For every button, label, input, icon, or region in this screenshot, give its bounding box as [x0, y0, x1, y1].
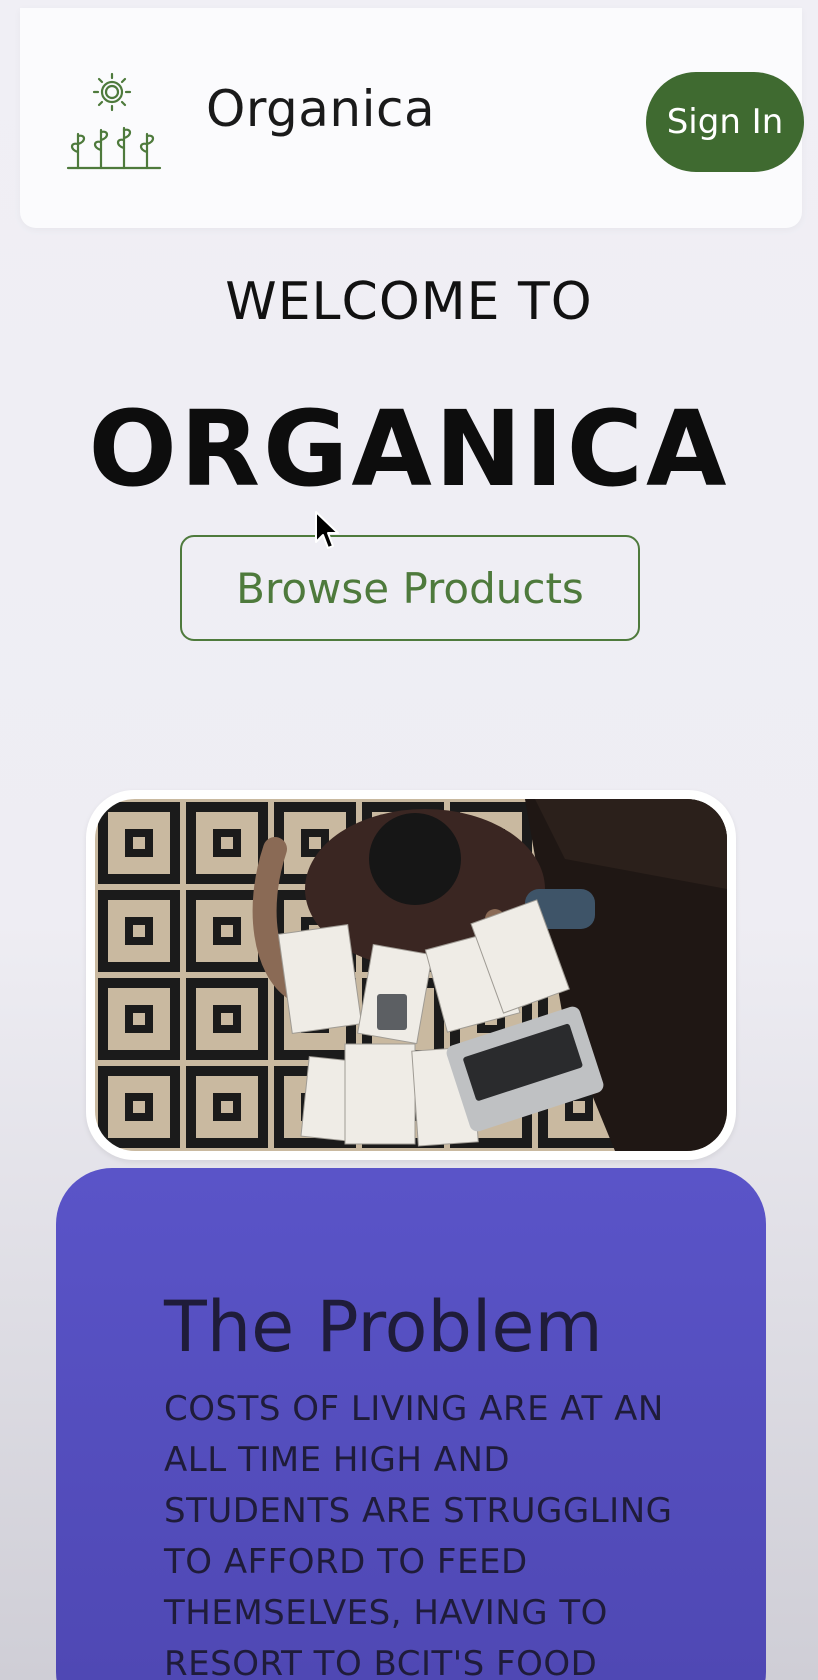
problem-card: The Problem Costs of living are at an al…: [56, 1168, 766, 1680]
top-header: Organica Sign In: [20, 8, 804, 228]
mouse-pointer-icon: [314, 510, 344, 552]
problem-title: The Problem: [164, 1286, 603, 1368]
brand-name: Organica: [206, 80, 436, 138]
student-with-bills-photo: [95, 799, 727, 1151]
page: Organica Sign In WELCOME TO ORGANICA Bro…: [0, 0, 818, 1680]
browse-products-button[interactable]: Browse Products: [180, 535, 640, 641]
hero-title: ORGANICA: [88, 388, 730, 510]
sun-and-sprouts-icon[interactable]: [64, 68, 164, 174]
sign-in-button[interactable]: Sign In: [646, 72, 804, 172]
problem-text: Costs of living are at an all time high …: [164, 1389, 673, 1680]
hero-image-frame: [86, 790, 736, 1160]
welcome-heading: WELCOME TO: [225, 272, 593, 332]
